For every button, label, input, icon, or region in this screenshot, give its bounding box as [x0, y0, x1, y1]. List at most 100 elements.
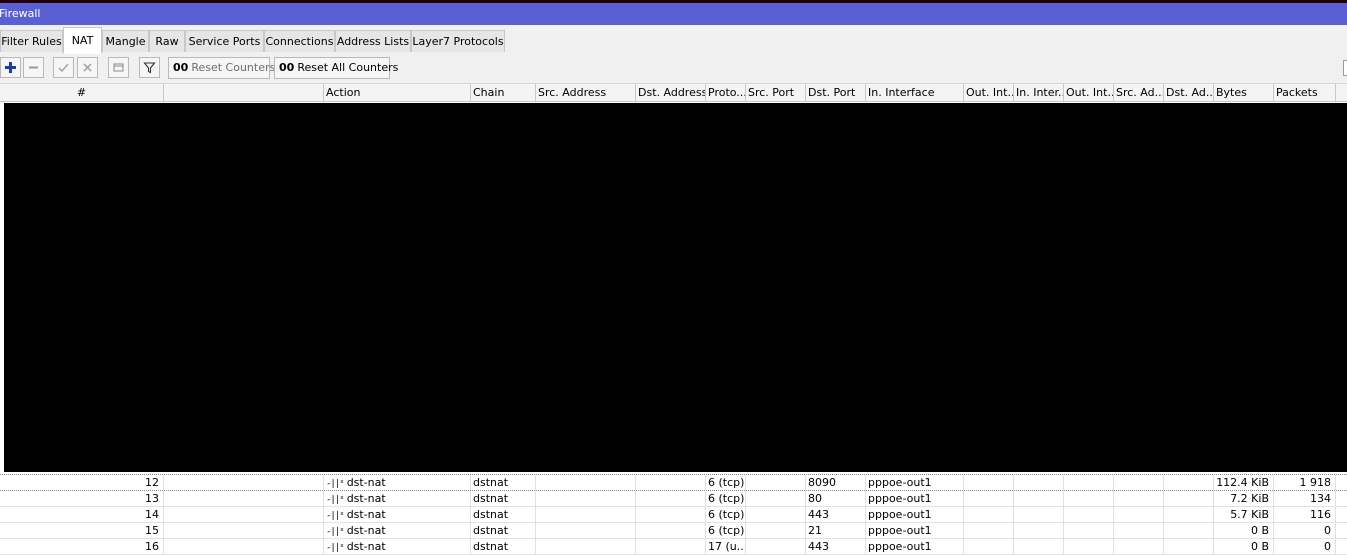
cell-action: -||ˣ dst-nat — [324, 507, 471, 522]
column-header-bytes[interactable]: Bytes — [1214, 84, 1274, 101]
cell-empty — [1014, 475, 1064, 490]
column-header-src-address-list[interactable]: Src. Ad... — [1114, 84, 1164, 101]
column-header-in-interface[interactable]: In. Interface — [866, 84, 964, 101]
action-label: dst-nat — [346, 492, 386, 505]
column-header-out-interface-list[interactable]: Out. Int... — [1064, 84, 1114, 101]
cell-empty — [536, 491, 636, 506]
cell-empty — [746, 475, 806, 490]
cell-proto: 6 (tcp) — [708, 475, 746, 490]
tab-label: Address Lists — [336, 35, 410, 48]
column-header-dst-port[interactable]: Dst. Port — [806, 84, 866, 101]
dst-nat-icon: -||ˣ — [326, 511, 345, 521]
reset-all-counters-button[interactable]: 00 Reset All Counters — [274, 57, 398, 79]
tab-mangle[interactable]: Mangle — [102, 30, 149, 52]
cell-empty — [746, 491, 806, 506]
enable-button[interactable] — [53, 57, 74, 78]
cell-action: -||ˣ dst-nat — [324, 523, 471, 538]
cell-empty — [1014, 491, 1064, 506]
cell-empty — [746, 507, 806, 522]
action-label: dst-nat — [346, 508, 386, 521]
cell-in-interface: pppoe-out1 — [866, 491, 964, 506]
cell-empty — [964, 507, 1014, 522]
filter-button[interactable] — [139, 57, 160, 78]
remove-button[interactable] — [23, 57, 44, 78]
cell-empty — [636, 491, 706, 506]
cell-num: 13 — [0, 491, 164, 506]
cell-packets: 0 — [1274, 523, 1336, 538]
titlebar-band: Firewall — [0, 3, 1347, 25]
find-field[interactable] — [1343, 60, 1347, 76]
column-header-chain[interactable]: Chain — [471, 84, 536, 101]
cell-in-interface: pppoe-out1 — [866, 507, 964, 522]
column-header-packets[interactable]: Packets — [1274, 84, 1336, 101]
cell-bytes: 0 B — [1214, 523, 1274, 538]
cell-dst-port: 80 — [806, 491, 866, 506]
counter-prefix: 00 — [173, 61, 189, 74]
cell-empty — [164, 491, 324, 506]
table-header: # Action Chain Src. Address Dst. Address… — [0, 83, 1347, 102]
cell-empty — [964, 475, 1014, 490]
cell-chain: dstnat — [471, 507, 536, 522]
enable-icon — [58, 63, 69, 73]
cell-proto: 6 (tcp) — [708, 491, 746, 506]
disable-button[interactable] — [77, 57, 98, 78]
cell-empty — [1164, 475, 1214, 490]
tab-filter-rules[interactable]: Filter Rules — [0, 30, 63, 52]
cell-chain: dstnat — [471, 491, 536, 506]
reset-counters-button[interactable]: 00 Reset Counters — [168, 57, 275, 79]
column-header-blank[interactable] — [164, 84, 324, 101]
dst-nat-icon: -||ˣ — [326, 479, 345, 489]
column-header-src-address[interactable]: Src. Address — [536, 84, 636, 101]
table-row[interactable]: 16 -||ˣ dst-nat dstnat 17 (u... 443 pppoe-out1… — [0, 539, 1347, 555]
tab-label: Filter Rules — [1, 35, 62, 48]
column-header-in-interface-list[interactable]: In. Inter... — [1014, 84, 1064, 101]
cell-bytes: 7.2 KiB — [1214, 491, 1274, 506]
comment-icon — [113, 63, 124, 72]
cell-num: 15 — [0, 523, 164, 538]
cell-empty — [1164, 523, 1214, 538]
cell-empty — [164, 475, 324, 490]
table-row[interactable]: 15 -||ˣ dst-nat dstnat 6 (tcp) 21 pppoe-out1 0 … — [0, 523, 1347, 539]
cell-empty — [964, 491, 1014, 506]
tab-nat[interactable]: NAT — [63, 27, 102, 54]
cell-chain: dstnat — [471, 523, 536, 538]
table-row[interactable]: 13 -||ˣ dst-nat dstnat 6 (tcp) 80 pppoe-out1 7.… — [0, 491, 1347, 507]
tab-label: NAT — [71, 34, 94, 47]
column-header-number[interactable]: # — [0, 84, 164, 101]
filter-icon — [143, 62, 156, 74]
table-row[interactable]: 12 -||ˣ dst-nat dstnat 6 (tcp) 8090 pppoe-out1… — [0, 474, 1347, 491]
cell-empty — [1114, 523, 1164, 538]
add-button[interactable] — [0, 57, 21, 78]
cell-empty — [164, 507, 324, 522]
column-header-out-interface[interactable]: Out. Int... — [964, 84, 1014, 101]
tab-service-ports[interactable]: Service Ports — [185, 30, 264, 52]
column-header-action[interactable]: Action — [324, 84, 471, 101]
comment-button[interactable] — [108, 57, 129, 78]
cell-empty — [636, 475, 706, 490]
column-header-protocol[interactable]: Proto... — [706, 84, 746, 101]
table-body: 12 -||ˣ dst-nat dstnat 6 (tcp) 8090 pppoe-out1… — [0, 474, 1347, 555]
cell-empty — [164, 523, 324, 538]
table-row[interactable]: 14 -||ˣ dst-nat dstnat 6 (tcp) 443 pppoe-out1 5… — [0, 507, 1347, 523]
cell-proto: 6 (tcp) — [708, 523, 746, 538]
cell-dst-port: 443 — [806, 507, 866, 522]
cell-empty — [1114, 507, 1164, 522]
column-header-dst-address-list[interactable]: Dst. Ad... — [1164, 84, 1214, 101]
cell-empty — [964, 523, 1014, 538]
tab-connections[interactable]: Connections — [264, 30, 335, 52]
tab-layer7-protocols[interactable]: Layer7 Protocols — [411, 30, 505, 52]
tab-address-lists[interactable]: Address Lists — [335, 30, 411, 52]
column-header-dst-address[interactable]: Dst. Address — [636, 84, 706, 101]
reset-all-counters-label: Reset All Counters — [297, 61, 399, 74]
column-header-src-port[interactable]: Src. Port — [746, 84, 806, 101]
tab-raw[interactable]: Raw — [149, 30, 185, 52]
tab-label: Service Ports — [188, 35, 261, 48]
cell-empty — [1114, 491, 1164, 506]
tab-label: Connections — [265, 35, 334, 48]
cell-empty — [536, 507, 636, 522]
cell-action: -||ˣ dst-nat — [324, 475, 471, 490]
tab-label: Raw — [155, 35, 179, 48]
cell-empty — [1164, 491, 1214, 506]
window-title: Firewall — [0, 7, 41, 20]
cell-empty — [1064, 507, 1114, 522]
